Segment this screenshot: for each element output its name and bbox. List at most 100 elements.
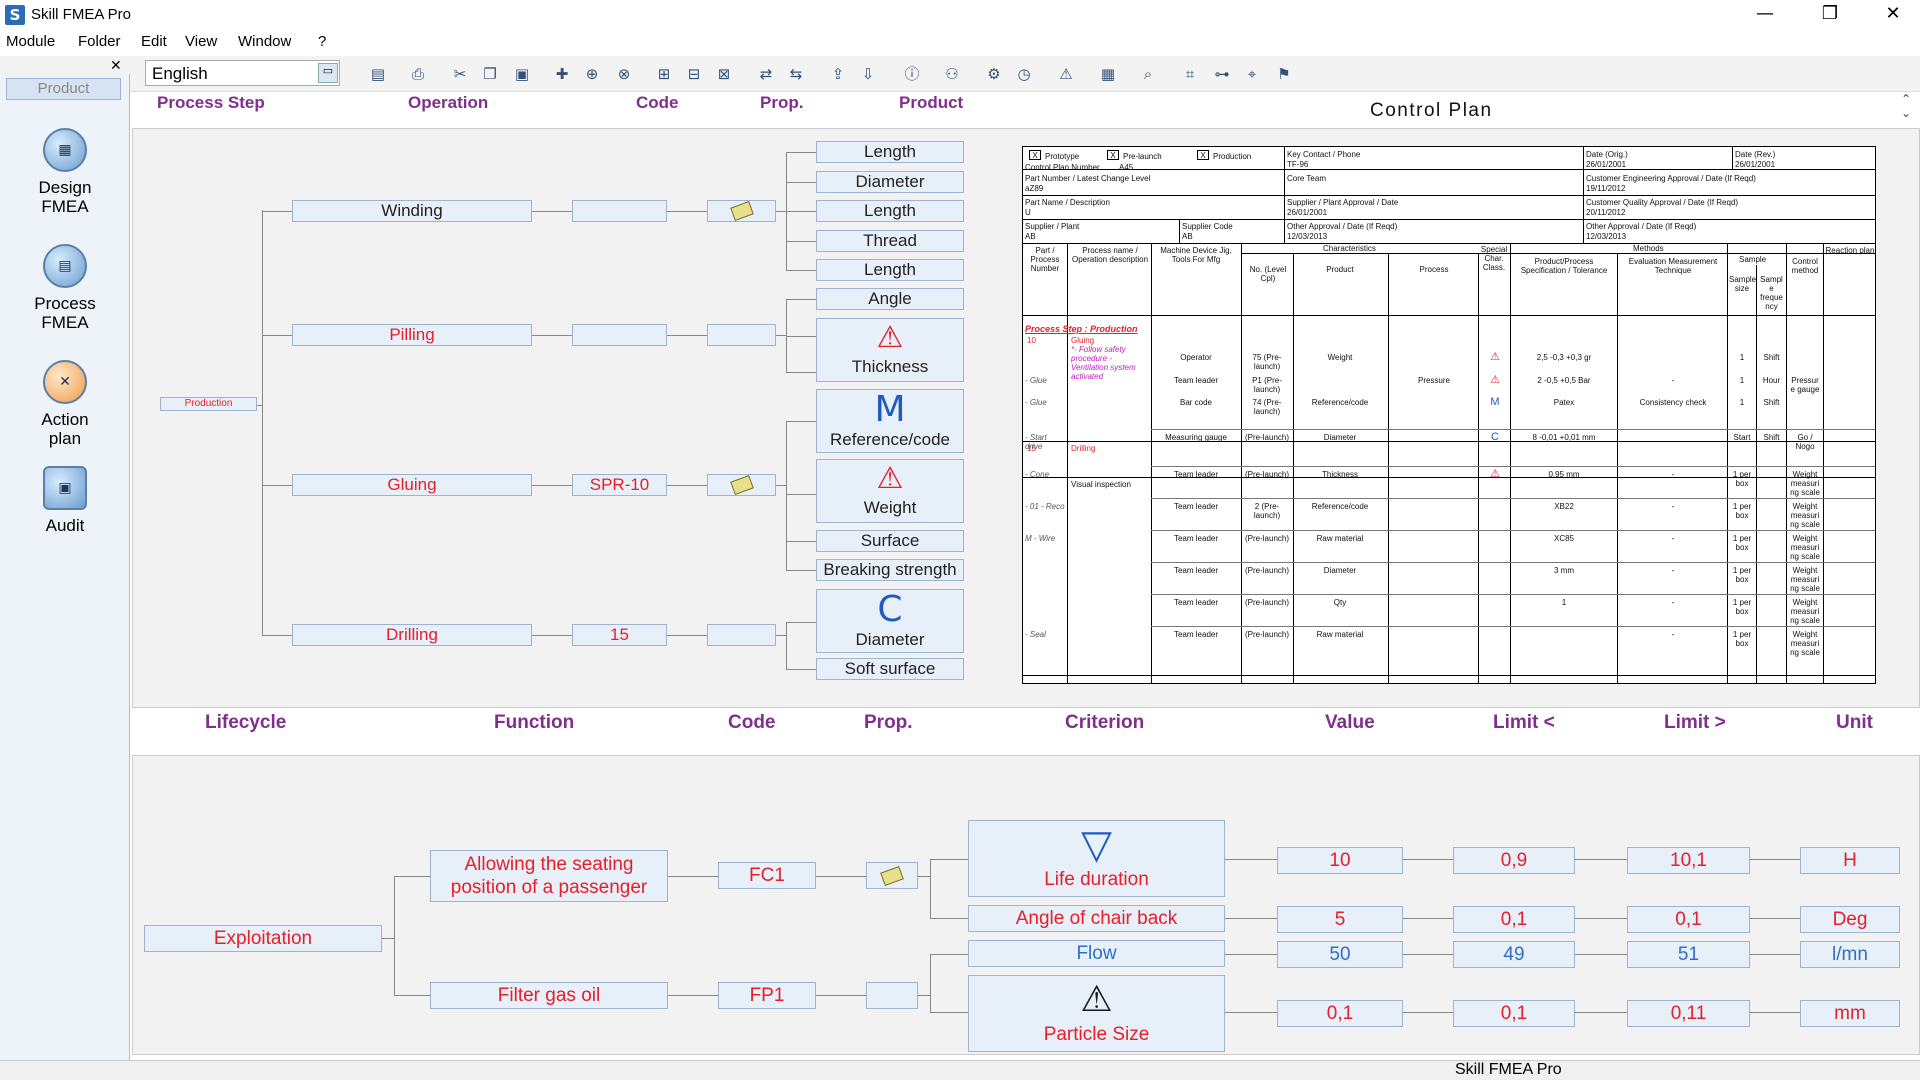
lifecycle-node[interactable]: Exploitation bbox=[144, 925, 382, 952]
binoculars-icon[interactable]: ⌖ bbox=[1240, 62, 1264, 86]
product-node[interactable]: Thread bbox=[816, 230, 964, 252]
criterion-unit-cell[interactable]: l/mn bbox=[1800, 941, 1900, 968]
add-link-icon[interactable]: ⊗ bbox=[612, 62, 636, 86]
product-node[interactable]: M Reference/code bbox=[816, 389, 964, 453]
scroll-up-icon[interactable]: ⌃ bbox=[1901, 92, 1911, 106]
criterion-node[interactable]: ⚠ Particle Size bbox=[968, 975, 1225, 1052]
function-prop-node[interactable] bbox=[866, 982, 918, 1009]
process-step-node[interactable]: Production bbox=[160, 397, 257, 411]
prop-node[interactable] bbox=[707, 324, 776, 346]
menu-module[interactable]: Module bbox=[6, 33, 55, 50]
product-tab[interactable]: Product bbox=[6, 78, 121, 100]
criterion-max-cell[interactable]: 0,1 bbox=[1627, 906, 1750, 933]
folder-open-icon[interactable]: ▭ bbox=[318, 63, 338, 83]
criterion-unit-cell[interactable]: mm bbox=[1800, 1000, 1900, 1027]
product-node[interactable]: Length bbox=[816, 141, 964, 163]
code-node[interactable] bbox=[572, 200, 667, 222]
prop-node[interactable] bbox=[707, 624, 776, 646]
criterion-max-cell[interactable]: 51 bbox=[1627, 941, 1750, 968]
criterion-max-cell[interactable]: 0,11 bbox=[1627, 1000, 1750, 1027]
search-icon[interactable]: ⌕ bbox=[1136, 62, 1160, 86]
info-icon[interactable]: ⓘ bbox=[900, 62, 924, 86]
sidebar-item-process-fmea[interactable]: ▤ Process FMEA bbox=[0, 244, 130, 332]
criterion-value-cell[interactable]: 10 bbox=[1277, 847, 1403, 874]
flag-icon[interactable]: ⚑ bbox=[1272, 62, 1296, 86]
criterion-max-cell[interactable]: 10,1 bbox=[1627, 847, 1750, 874]
function-code-node[interactable]: FP1 bbox=[718, 982, 816, 1009]
export-icon[interactable]: ⇪ bbox=[826, 62, 850, 86]
function-node[interactable]: Filter gas oil bbox=[430, 982, 668, 1009]
sidebar-item-audit[interactable]: ▣ Audit bbox=[0, 466, 130, 535]
function-prop-node[interactable] bbox=[866, 862, 918, 889]
menu-help[interactable]: ? bbox=[318, 33, 326, 50]
operation-node-gluing[interactable]: Gluing bbox=[292, 474, 532, 496]
close-window-button[interactable]: ✕ bbox=[1868, 0, 1918, 30]
operation-node-drilling[interactable]: Drilling bbox=[292, 624, 532, 646]
product-node[interactable]: ⚠ Weight bbox=[816, 459, 964, 523]
sidebar-item-design-fmea[interactable]: ▦ Design FMEA bbox=[0, 128, 130, 216]
warning-icon[interactable]: ⚠ bbox=[1054, 62, 1078, 86]
prop-node[interactable] bbox=[707, 474, 776, 496]
product-node[interactable]: C Diameter bbox=[816, 589, 964, 653]
paste-icon[interactable]: ▣ bbox=[510, 62, 534, 86]
product-node[interactable]: ⚠ Thickness bbox=[816, 318, 964, 382]
restore-button[interactable]: ❐ bbox=[1805, 0, 1855, 30]
window-title: Skill FMEA Pro bbox=[31, 6, 132, 23]
structure2-icon[interactable]: ⊶ bbox=[1210, 62, 1234, 86]
import-icon[interactable]: ⇩ bbox=[856, 62, 880, 86]
code-node[interactable]: SPR-10 bbox=[572, 474, 667, 496]
criterion-min-cell[interactable]: 0,1 bbox=[1453, 906, 1575, 933]
criterion-unit-cell[interactable]: H bbox=[1800, 847, 1900, 874]
criterion-value-cell[interactable]: 50 bbox=[1277, 941, 1403, 968]
save-icon[interactable]: ▤ bbox=[366, 62, 390, 86]
copy-icon[interactable]: ❐ bbox=[478, 62, 502, 86]
matrix-icon[interactable]: ▦ bbox=[1096, 62, 1120, 86]
unlink-icon[interactable]: ⇆ bbox=[784, 62, 808, 86]
code-node[interactable] bbox=[572, 324, 667, 346]
tree-expand-icon[interactable]: ⊟ bbox=[682, 62, 706, 86]
tree-collapse-icon[interactable]: ⊠ bbox=[712, 62, 736, 86]
product-node[interactable]: Breaking strength bbox=[816, 559, 964, 581]
operation-node-pilling[interactable]: Pilling bbox=[292, 324, 532, 346]
product-node[interactable]: Surface bbox=[816, 530, 964, 552]
product-node[interactable]: Angle bbox=[816, 288, 964, 310]
criterion-min-cell[interactable]: 0,1 bbox=[1453, 1000, 1575, 1027]
criterion-value-cell[interactable]: 5 bbox=[1277, 906, 1403, 933]
criterion-node[interactable]: Flow bbox=[968, 940, 1225, 967]
function-node[interactable]: Allowing the seating position of a passe… bbox=[430, 850, 668, 902]
tree-icon[interactable]: ⊞ bbox=[652, 62, 676, 86]
menu-folder[interactable]: Folder bbox=[78, 33, 121, 50]
menu-view[interactable]: View bbox=[185, 33, 217, 50]
operation-node-winding[interactable]: Winding bbox=[292, 200, 532, 222]
scroll-down-icon[interactable]: ⌄ bbox=[1901, 106, 1911, 120]
criterion-min-cell[interactable]: 0,9 bbox=[1453, 847, 1575, 874]
menu-edit[interactable]: Edit bbox=[141, 33, 167, 50]
product-node[interactable]: Length bbox=[816, 200, 964, 222]
criterion-node[interactable]: Angle of chair back bbox=[968, 905, 1225, 932]
menu-window[interactable]: Window bbox=[238, 33, 291, 50]
product-node[interactable]: Soft surface bbox=[816, 658, 964, 680]
add-child-icon[interactable]: ⊕ bbox=[580, 62, 604, 86]
language-select[interactable]: English bbox=[145, 60, 340, 86]
history-icon[interactable]: ◷ bbox=[1012, 62, 1036, 86]
product-node[interactable]: Diameter bbox=[816, 171, 964, 193]
close-panel-button[interactable]: ✕ bbox=[110, 58, 122, 74]
add-node-icon[interactable]: ✚ bbox=[550, 62, 574, 86]
code-node[interactable]: 15 bbox=[572, 624, 667, 646]
prop-node[interactable] bbox=[707, 200, 776, 222]
link-icon[interactable]: ⇄ bbox=[754, 62, 778, 86]
cut-icon[interactable]: ✂ bbox=[448, 62, 472, 86]
header-limit-min: Limit < bbox=[1493, 712, 1555, 733]
criterion-min-cell[interactable]: 49 bbox=[1453, 941, 1575, 968]
criterion-value-cell[interactable]: 0,1 bbox=[1277, 1000, 1403, 1027]
product-node[interactable]: Length bbox=[816, 259, 964, 281]
criterion-node[interactable]: ▽ Life duration bbox=[968, 820, 1225, 897]
users-icon[interactable]: ⚇ bbox=[940, 62, 964, 86]
function-code-node[interactable]: FC1 bbox=[718, 862, 816, 889]
minimize-button[interactable]: — bbox=[1740, 0, 1790, 30]
structure-icon[interactable]: ⌗ bbox=[1178, 62, 1202, 86]
criterion-unit-cell[interactable]: Deg bbox=[1800, 906, 1900, 933]
sidebar-item-action-plan[interactable]: ✕ Action plan bbox=[0, 360, 130, 448]
print-icon[interactable]: ⎙ bbox=[406, 62, 430, 86]
settings-icon[interactable]: ⚙ bbox=[982, 62, 1006, 86]
